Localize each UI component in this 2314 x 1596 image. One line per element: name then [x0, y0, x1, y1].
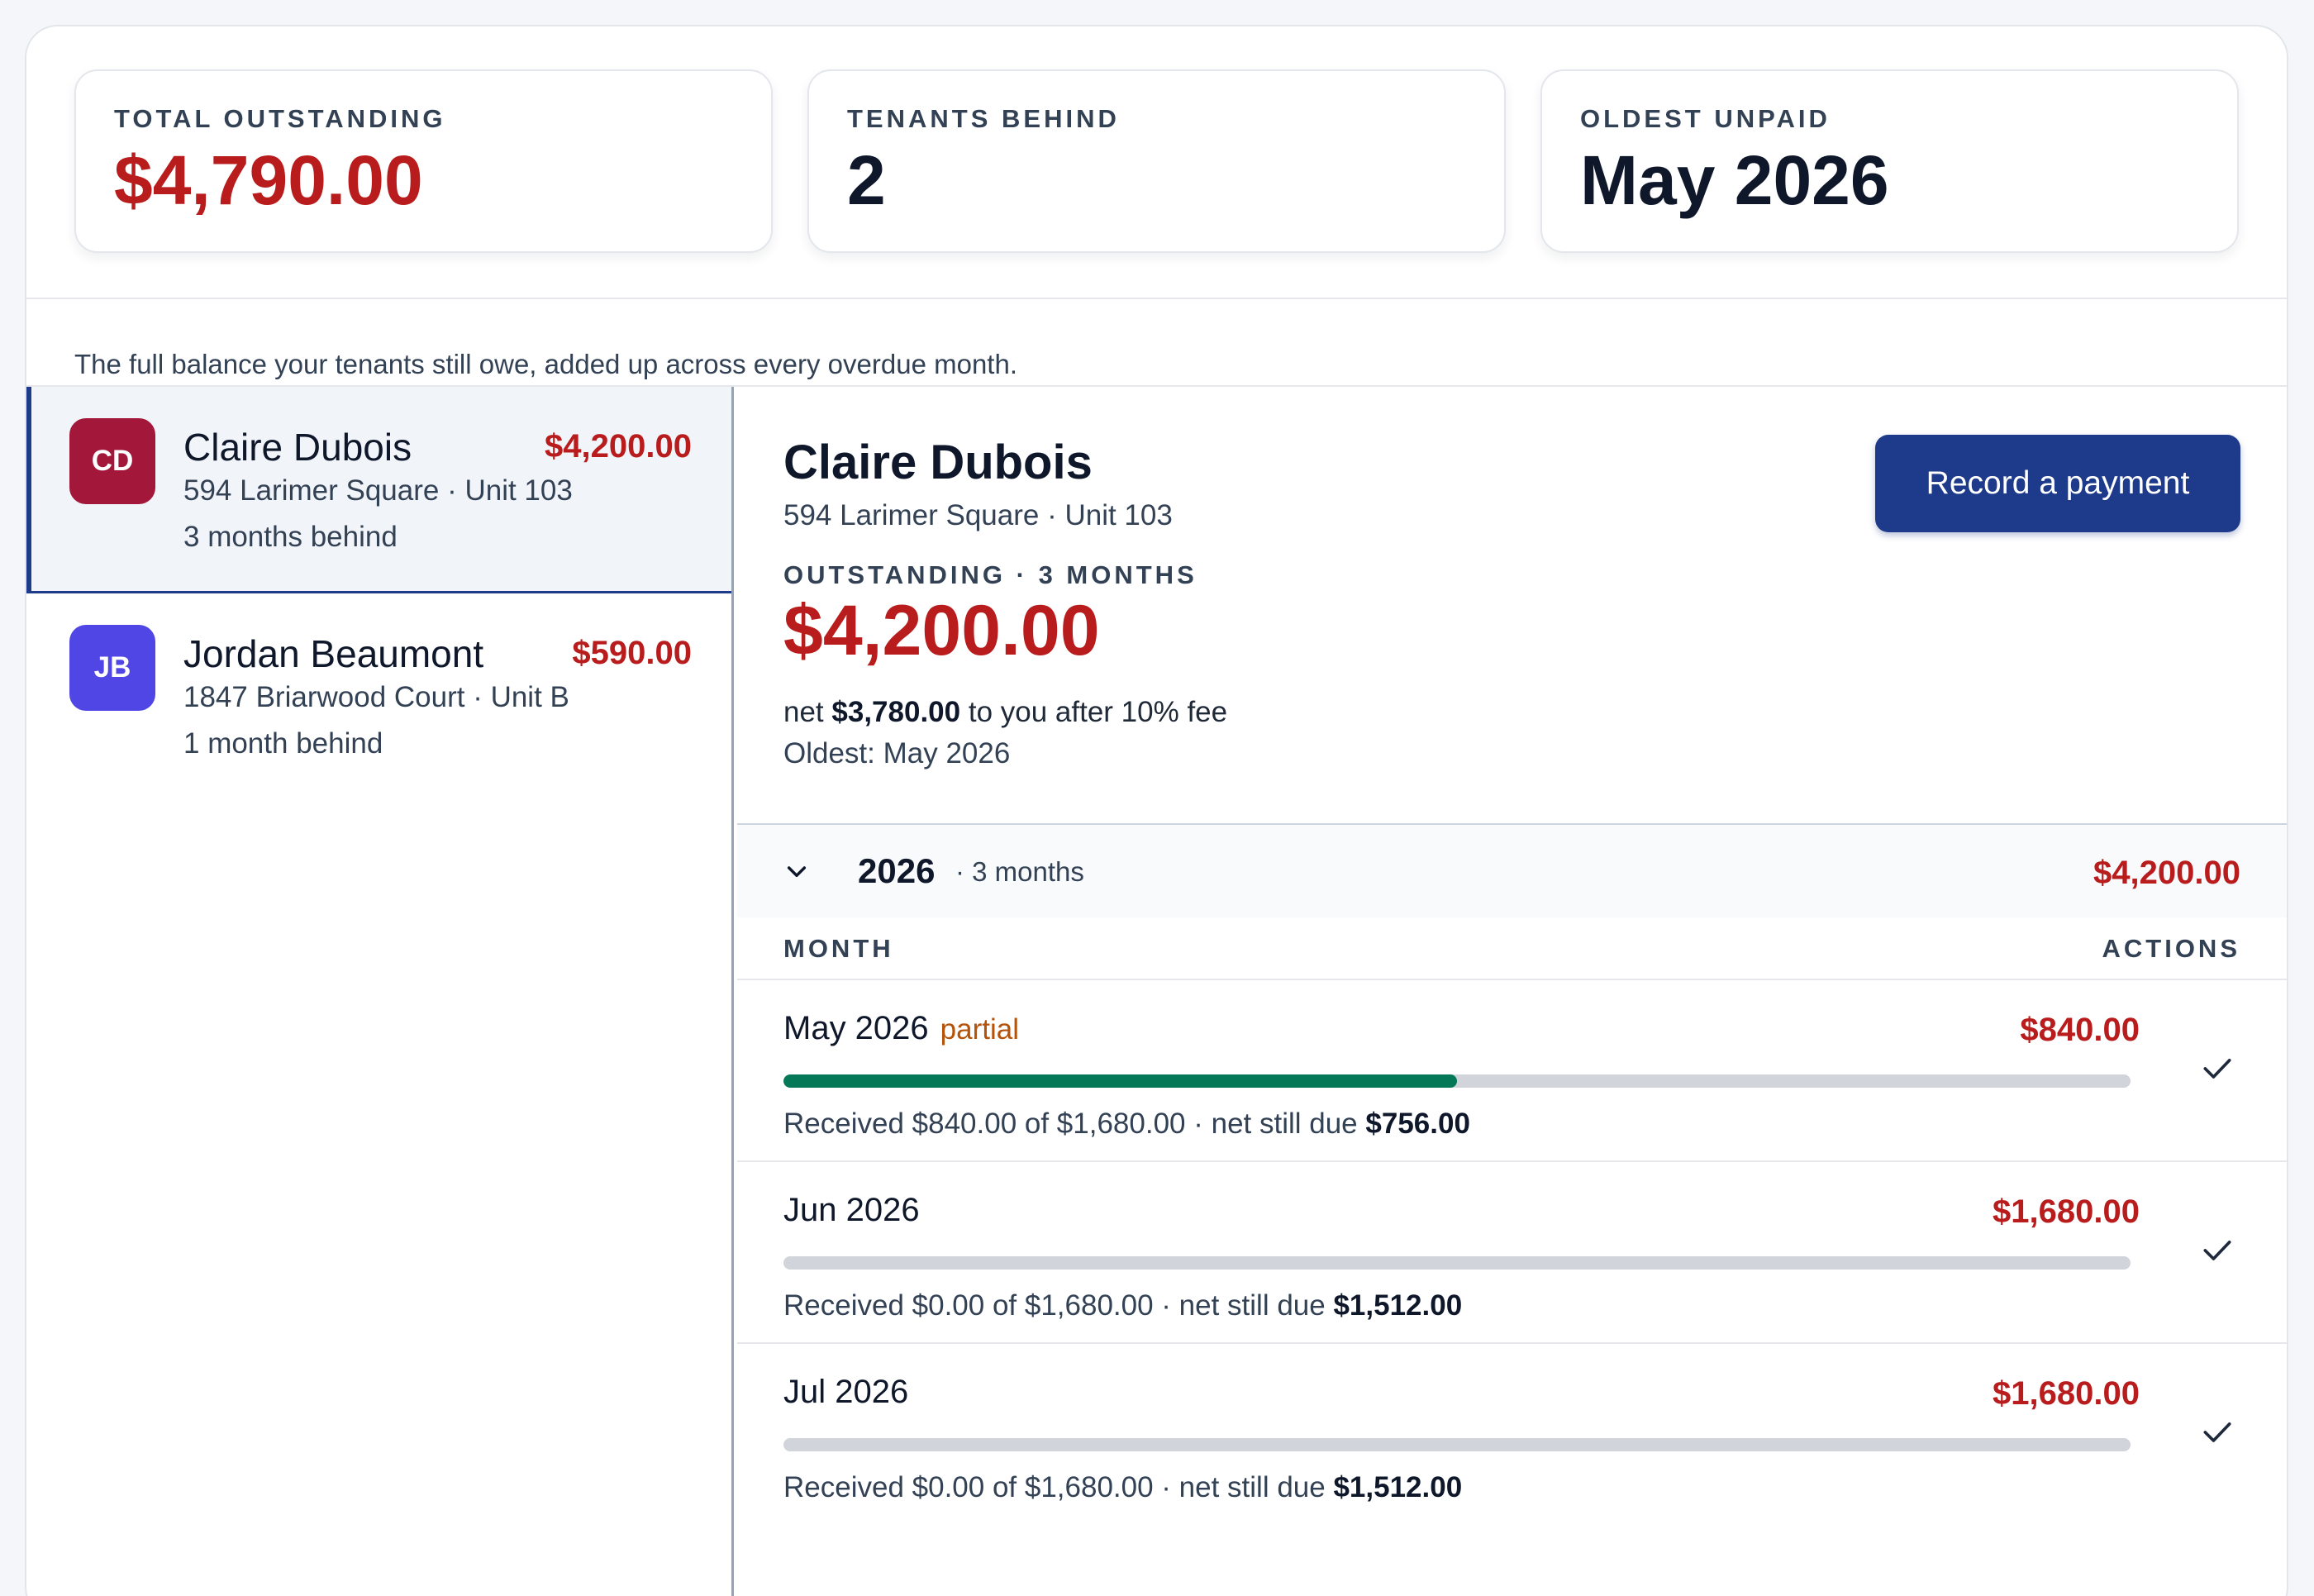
- tenant-amount: $590.00: [572, 635, 692, 671]
- received-text: Received $0.00 of $1,680.00 · net still …: [783, 1471, 1326, 1503]
- tenant-address: 1847 Briarwood Court · Unit B: [183, 681, 569, 713]
- progress-fill: [783, 1074, 1457, 1088]
- payment-progress-bar: [783, 1438, 2131, 1451]
- status-badge: partial: [940, 1013, 1019, 1046]
- overdue-rent-panel: TOTAL OUTSTANDING $4,790.00 TENANTS BEHI…: [25, 25, 2288, 1596]
- month-amount: $1,680.00: [1993, 1193, 2140, 1230]
- month-label: Jun 2026: [783, 1192, 931, 1229]
- divider: [26, 298, 2287, 299]
- payment-progress-bar: [783, 1256, 2131, 1270]
- outstanding-amount: $4,200.00: [783, 591, 1100, 670]
- tenant-name: Jordan Beaumont: [183, 632, 484, 675]
- month-detail: Received $0.00 of $1,680.00 · net still …: [783, 1471, 1462, 1504]
- column-header-actions: ACTIONS: [2102, 934, 2240, 963]
- tenant-list-item-jordan-beaumont[interactable]: JB Jordan Beaumont $590.00 1847 Briarwoo…: [26, 593, 731, 800]
- stat-total-outstanding: TOTAL OUTSTANDING $4,790.00: [74, 69, 773, 253]
- year-label: 2026: [858, 851, 936, 890]
- received-text: Received $840.00 of $1,680.00 · net stil…: [783, 1108, 1358, 1140]
- check-icon[interactable]: [2199, 1232, 2235, 1268]
- table-row: May 2026 partial $840.00 Received $840.00…: [737, 980, 2287, 1162]
- net-amount: $3,780.00: [831, 696, 961, 728]
- received-text: Received $0.00 of $1,680.00 · net still …: [783, 1289, 1326, 1322]
- month-name: Jun 2026: [783, 1192, 920, 1228]
- chevron-down-icon: [787, 866, 807, 878]
- summary-description: The full balance your tenants still owe,…: [74, 349, 1017, 379]
- column-header-month: MONTH: [783, 934, 894, 963]
- detail-tenant-name: Claire Dubois: [783, 436, 1093, 489]
- stat-tenants-behind: TENANTS BEHIND 2: [807, 69, 1506, 253]
- stat-label: TOTAL OUTSTANDING: [114, 104, 446, 133]
- month-detail: Received $0.00 of $1,680.00 · net still …: [783, 1289, 1462, 1322]
- table-row: Jul 2026 $1,680.00 Received $0.00 of $1,…: [737, 1344, 2287, 1526]
- stat-oldest-unpaid: OLDEST UNPAID May 2026: [1540, 69, 2239, 253]
- tenant-behind: 3 months behind: [183, 521, 398, 553]
- payment-progress-bar: [783, 1074, 2131, 1088]
- stat-label: OLDEST UNPAID: [1580, 104, 1831, 133]
- tenant-amount: $4,200.00: [545, 428, 692, 465]
- stat-value: 2: [847, 141, 886, 219]
- table-row: Jun 2026 $1,680.00 Received $0.00 of $1,…: [737, 1162, 2287, 1344]
- net-due: $756.00: [1365, 1108, 1470, 1140]
- record-payment-button[interactable]: Record a payment: [1875, 435, 2240, 532]
- tenant-behind: 1 month behind: [183, 727, 383, 760]
- tenant-address: 594 Larimer Square · Unit 103: [183, 474, 573, 507]
- net-amount-line: net $3,780.00 to you after 10% fee: [783, 696, 1227, 729]
- month-amount: $840.00: [2020, 1012, 2140, 1048]
- stat-label: TENANTS BEHIND: [847, 104, 1120, 133]
- avatar: CD: [69, 418, 155, 504]
- outstanding-label: OUTSTANDING · 3 MONTHS: [783, 560, 1197, 589]
- net-due: $1,512.00: [1333, 1471, 1463, 1503]
- stat-value: May 2026: [1580, 141, 1889, 219]
- month-label: Jul 2026: [783, 1374, 920, 1411]
- month-detail: Received $840.00 of $1,680.00 · net stil…: [783, 1108, 1470, 1141]
- tenant-name: Claire Dubois: [183, 426, 412, 469]
- year-group-toggle[interactable]: 2026 · 3 months $4,200.00: [737, 825, 2287, 917]
- oldest-unpaid: Oldest: May 2026: [783, 737, 1011, 769]
- check-icon[interactable]: [2199, 1413, 2235, 1450]
- avatar: JB: [69, 625, 155, 711]
- stat-value: $4,790.00: [114, 141, 423, 219]
- check-icon[interactable]: [2199, 1050, 2235, 1086]
- tenant-detail: Claire Dubois 594 Larimer Square · Unit …: [737, 387, 2287, 1596]
- month-name: May 2026: [783, 1010, 929, 1046]
- year-months-count: · 3 months: [955, 856, 1084, 887]
- net-due: $1,512.00: [1333, 1289, 1463, 1322]
- detail-address: 594 Larimer Square · Unit 103: [783, 499, 1173, 531]
- net-prefix: net: [783, 696, 824, 728]
- tenant-list: CD Claire Dubois $4,200.00 594 Larimer S…: [26, 387, 734, 1596]
- month-name: Jul 2026: [783, 1374, 909, 1410]
- month-label: May 2026 partial: [783, 1010, 1019, 1047]
- net-suffix: to you after 10% fee: [968, 696, 1228, 728]
- month-amount: $1,680.00: [1993, 1375, 2140, 1412]
- year-total: $4,200.00: [2093, 855, 2240, 891]
- tenant-list-item-claire-dubois[interactable]: CD Claire Dubois $4,200.00 594 Larimer S…: [26, 387, 731, 593]
- summary-stats: TOTAL OUTSTANDING $4,790.00 TENANTS BEHI…: [74, 69, 2239, 253]
